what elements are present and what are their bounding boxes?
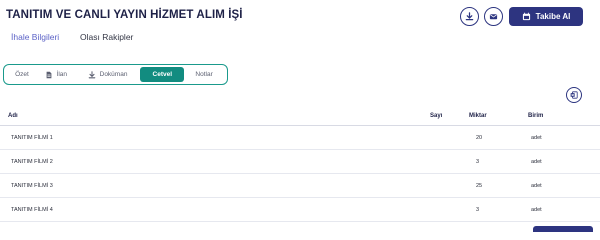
cell-name: TANITIM FİLMİ 3 [11,183,53,189]
tab-schedule[interactable]: Cetvel [140,67,185,82]
cell-name: TANITIM FİLMİ 1 [11,135,53,141]
calendar-icon [522,12,530,21]
tab-document-label: Doküman [99,71,128,78]
cell-unit: adet [531,183,542,189]
document-icon [46,71,51,78]
tab-document[interactable]: Doküman [75,67,141,82]
column-header-quantity: Miktar [469,113,487,119]
email-icon [489,14,498,20]
column-header-name: Adı [8,113,18,119]
cell-quantity: 25 [476,183,483,189]
download-icon [465,12,474,21]
table-row: TANITIM FİLMİ 1 20 adet [0,126,600,150]
tab-notes-label: Notlar [195,71,213,78]
download-button[interactable] [460,7,479,26]
cell-unit: adet [531,135,542,141]
tab-summary[interactable]: Özet [7,67,37,82]
tab-schedule-label: Cetvel [152,71,173,78]
column-header-count: Sayı [430,113,443,119]
cell-unit: adet [531,159,542,165]
cell-quantity: 3 [476,207,480,213]
table-header: Adı Sayı Miktar Birim [0,107,600,126]
cell-unit: adet [531,207,542,213]
column-header-unit: Birim [528,113,544,119]
schedule-table: Adı Sayı Miktar Birim TANITIM FİLMİ 1 20… [0,107,600,222]
tab-announcement[interactable]: İlan [37,67,75,82]
subnav-tender-info[interactable]: İhale Bilgileri [11,32,59,42]
cell-name: TANITIM FİLMİ 4 [11,207,53,213]
page-title: TANITIM VE CANLI YAYIN HİZMET ALIM İŞİ [6,9,243,21]
tab-summary-label: Özet [15,71,29,78]
cell-quantity: 3 [476,159,480,165]
email-button[interactable] [484,7,503,26]
bottom-action-button[interactable] [533,226,593,232]
tab-bar: Özet İlan Doküman Cetvel Notlar [3,64,228,85]
excel-icon [570,91,578,99]
follow-button[interactable]: Takibe Al [509,7,583,26]
tab-announcement-label: İlan [56,71,68,78]
table-row: TANITIM FİLMİ 2 3 adet [0,150,600,174]
subnav-possible-competitors[interactable]: Olası Rakipler [80,32,133,42]
download-icon [88,70,95,78]
tab-notes[interactable]: Notlar [184,67,224,82]
excel-export-button[interactable] [566,87,582,103]
cell-quantity: 20 [476,135,483,141]
follow-button-label: Takibe Al [535,12,571,21]
table-row: TANITIM FİLMİ 3 25 adet [0,174,600,198]
cell-name: TANITIM FİLMİ 2 [11,159,53,165]
table-row: TANITIM FİLMİ 4 3 adet [0,198,600,222]
